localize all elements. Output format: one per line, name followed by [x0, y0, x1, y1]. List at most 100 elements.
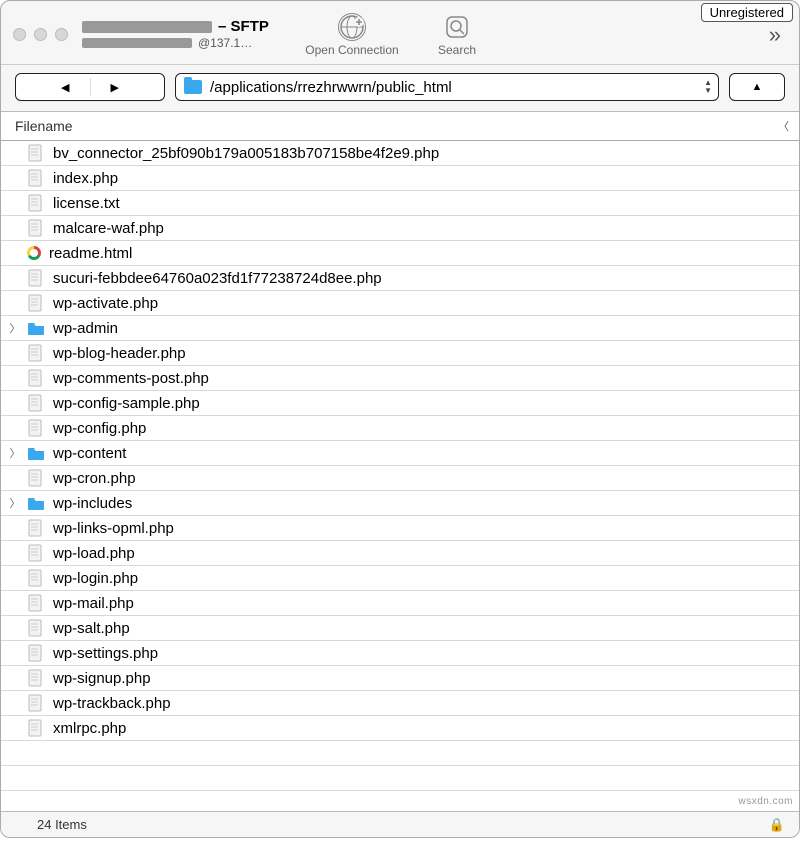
- window-traffic-lights[interactable]: [13, 28, 68, 41]
- file-icon: [27, 519, 45, 537]
- file-name: license.txt: [53, 195, 120, 212]
- item-count: 24 Items: [37, 817, 87, 832]
- file-name: xmlrpc.php: [53, 720, 126, 737]
- file-icon: [27, 569, 45, 587]
- chrome-icon: [27, 246, 41, 260]
- unregistered-badge[interactable]: Unregistered: [701, 3, 793, 22]
- file-icon: [27, 594, 45, 612]
- path-toolbar: ◀ ▶ /applications/rrezhrwwrn/public_html…: [1, 65, 799, 112]
- list-item[interactable]: wp-signup.php: [1, 666, 799, 691]
- file-name: wp-login.php: [53, 570, 138, 587]
- sftp-window: – SFTP @137.1… Open Connection: [0, 0, 800, 838]
- column-filename[interactable]: Filename: [15, 118, 73, 134]
- file-icon: [27, 169, 45, 187]
- magnifier-icon: [443, 13, 471, 41]
- status-bar: 24 Items 🔒: [1, 811, 799, 837]
- column-header[interactable]: Filename 〈: [1, 112, 799, 141]
- list-item[interactable]: xmlrpc.php: [1, 716, 799, 741]
- title-ip: @137.1…: [198, 36, 252, 50]
- file-name: wp-config.php: [53, 420, 146, 437]
- file-name: wp-activate.php: [53, 295, 158, 312]
- list-item[interactable]: wp-config-sample.php: [1, 391, 799, 416]
- file-icon: [27, 619, 45, 637]
- file-icon: [27, 194, 45, 212]
- list-item[interactable]: wp-login.php: [1, 566, 799, 591]
- search-label: Search: [438, 43, 476, 57]
- list-item[interactable]: wp-comments-post.php: [1, 366, 799, 391]
- file-name: wp-load.php: [53, 545, 135, 562]
- file-name: wp-includes: [53, 495, 132, 512]
- list-item[interactable]: wp-mail.php: [1, 591, 799, 616]
- file-icon: [27, 644, 45, 662]
- list-item[interactable]: wp-trackback.php: [1, 691, 799, 716]
- disclosure-icon[interactable]: 〉: [9, 320, 21, 336]
- list-item[interactable]: malcare-waf.php: [1, 216, 799, 241]
- redacted-hostname: [82, 21, 212, 33]
- file-name: wp-trackback.php: [53, 695, 171, 712]
- file-icon: [27, 544, 45, 562]
- file-name: wp-cron.php: [53, 470, 136, 487]
- file-name: readme.html: [49, 245, 132, 262]
- file-name: wp-admin: [53, 320, 118, 337]
- list-item[interactable]: readme.html: [1, 241, 799, 266]
- file-name: wp-comments-post.php: [53, 370, 209, 387]
- search-button[interactable]: Search: [422, 13, 492, 57]
- disclosure-icon[interactable]: 〉: [9, 445, 21, 461]
- list-item[interactable]: [1, 741, 799, 766]
- file-name: wp-content: [53, 445, 126, 462]
- file-name: index.php: [53, 170, 118, 187]
- file-icon: [27, 394, 45, 412]
- toolbar-overflow-icon[interactable]: »: [769, 22, 781, 48]
- file-name: wp-signup.php: [53, 670, 151, 687]
- go-up-button[interactable]: ▲: [729, 73, 785, 101]
- disclosure-icon[interactable]: 〉: [9, 495, 21, 511]
- sort-ascending-icon[interactable]: 〈: [778, 118, 789, 134]
- open-connection-button[interactable]: Open Connection: [292, 13, 412, 57]
- zoom-window-icon[interactable]: [55, 28, 68, 41]
- list-item[interactable]: wp-links-opml.php: [1, 516, 799, 541]
- list-item[interactable]: license.txt: [1, 191, 799, 216]
- connection-title: – SFTP @137.1…: [82, 18, 282, 50]
- list-item[interactable]: 〉 wp-admin: [1, 316, 799, 341]
- path-text: /applications/rrezhrwwrn/public_html: [210, 79, 452, 96]
- file-icon: [27, 269, 45, 287]
- list-item[interactable]: 〉 wp-includes: [1, 491, 799, 516]
- list-item[interactable]: wp-salt.php: [1, 616, 799, 641]
- file-name: wp-salt.php: [53, 620, 130, 637]
- path-field[interactable]: /applications/rrezhrwwrn/public_html ▲▼: [175, 73, 719, 101]
- list-item[interactable]: wp-settings.php: [1, 641, 799, 666]
- file-name: sucuri-febbdee64760a023fd1f77238724d8ee.…: [53, 270, 382, 287]
- history-nav[interactable]: ◀ ▶: [15, 73, 165, 101]
- list-item[interactable]: 〉 wp-content: [1, 441, 799, 466]
- file-icon: [27, 294, 45, 312]
- nav-separator: [90, 78, 91, 96]
- file-name: wp-links-opml.php: [53, 520, 174, 537]
- lock-icon[interactable]: 🔒: [769, 817, 785, 833]
- file-icon: [27, 419, 45, 437]
- titlebar: – SFTP @137.1… Open Connection: [1, 1, 799, 65]
- file-icon: [27, 219, 45, 237]
- list-item[interactable]: bv_connector_25bf090b179a005183b707158be…: [1, 141, 799, 166]
- triangle-up-icon: ▲: [752, 81, 763, 93]
- list-item[interactable]: wp-config.php: [1, 416, 799, 441]
- watermark: wsxdn.com: [738, 796, 793, 807]
- file-name: malcare-waf.php: [53, 220, 164, 237]
- close-window-icon[interactable]: [13, 28, 26, 41]
- minimize-window-icon[interactable]: [34, 28, 47, 41]
- file-name: wp-settings.php: [53, 645, 158, 662]
- list-item[interactable]: [1, 766, 799, 791]
- folder-icon: [27, 444, 45, 462]
- file-list[interactable]: bv_connector_25bf090b179a005183b707158be…: [1, 141, 799, 811]
- list-item[interactable]: wp-cron.php: [1, 466, 799, 491]
- list-item[interactable]: wp-blog-header.php: [1, 341, 799, 366]
- path-stepper-icon[interactable]: ▲▼: [704, 79, 712, 95]
- folder-icon: [27, 319, 45, 337]
- list-item[interactable]: wp-load.php: [1, 541, 799, 566]
- back-icon[interactable]: ◀: [61, 81, 69, 94]
- list-item[interactable]: sucuri-febbdee64760a023fd1f77238724d8ee.…: [1, 266, 799, 291]
- list-item[interactable]: wp-activate.php: [1, 291, 799, 316]
- forward-icon[interactable]: ▶: [111, 81, 119, 94]
- redacted-user: [82, 38, 192, 48]
- list-item[interactable]: index.php: [1, 166, 799, 191]
- file-name: bv_connector_25bf090b179a005183b707158be…: [53, 145, 439, 162]
